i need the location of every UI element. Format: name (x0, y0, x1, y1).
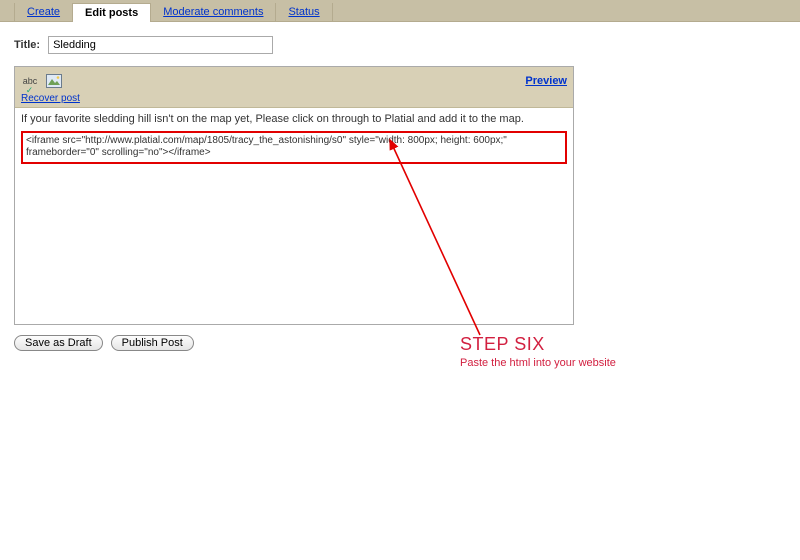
spellcheck-icon[interactable]: abc✓ (21, 72, 39, 90)
preview-link[interactable]: Preview (525, 75, 567, 87)
tab-create[interactable]: Create (14, 3, 73, 21)
recover-post-link[interactable]: Recover post (15, 93, 573, 107)
image-icon[interactable] (45, 72, 63, 90)
title-row: Title: (14, 36, 786, 54)
code-line-2: frameborder="0" scrolling="no"></iframe> (26, 147, 562, 160)
editor: abc✓ Preview Recover post If your favori… (14, 66, 574, 325)
content-area: Title: abc✓ Preview Recover post (0, 22, 800, 351)
title-input[interactable] (48, 36, 273, 54)
save-draft-button[interactable]: Save as Draft (14, 335, 103, 351)
editor-body[interactable]: If your favorite sledding hill isn't on … (15, 108, 573, 324)
tab-status[interactable]: Status (275, 3, 332, 21)
code-line-1: <iframe src="http://www.platial.com/map/… (26, 135, 562, 148)
editor-intro-text: If your favorite sledding hill isn't on … (21, 112, 567, 127)
pasted-iframe-code: <iframe src="http://www.platial.com/map/… (21, 131, 567, 164)
button-row: Save as Draft Publish Post (14, 335, 786, 351)
annotation-subtitle: Paste the html into your website (460, 357, 616, 369)
editor-toolbar: abc✓ Preview (15, 67, 573, 95)
tab-moderate-comments[interactable]: Moderate comments (150, 3, 276, 21)
title-label: Title: (14, 39, 40, 51)
publish-post-button[interactable]: Publish Post (111, 335, 194, 351)
tab-strip: Create Edit posts Moderate comments Stat… (0, 0, 800, 22)
tab-edit-posts[interactable]: Edit posts (72, 3, 151, 22)
